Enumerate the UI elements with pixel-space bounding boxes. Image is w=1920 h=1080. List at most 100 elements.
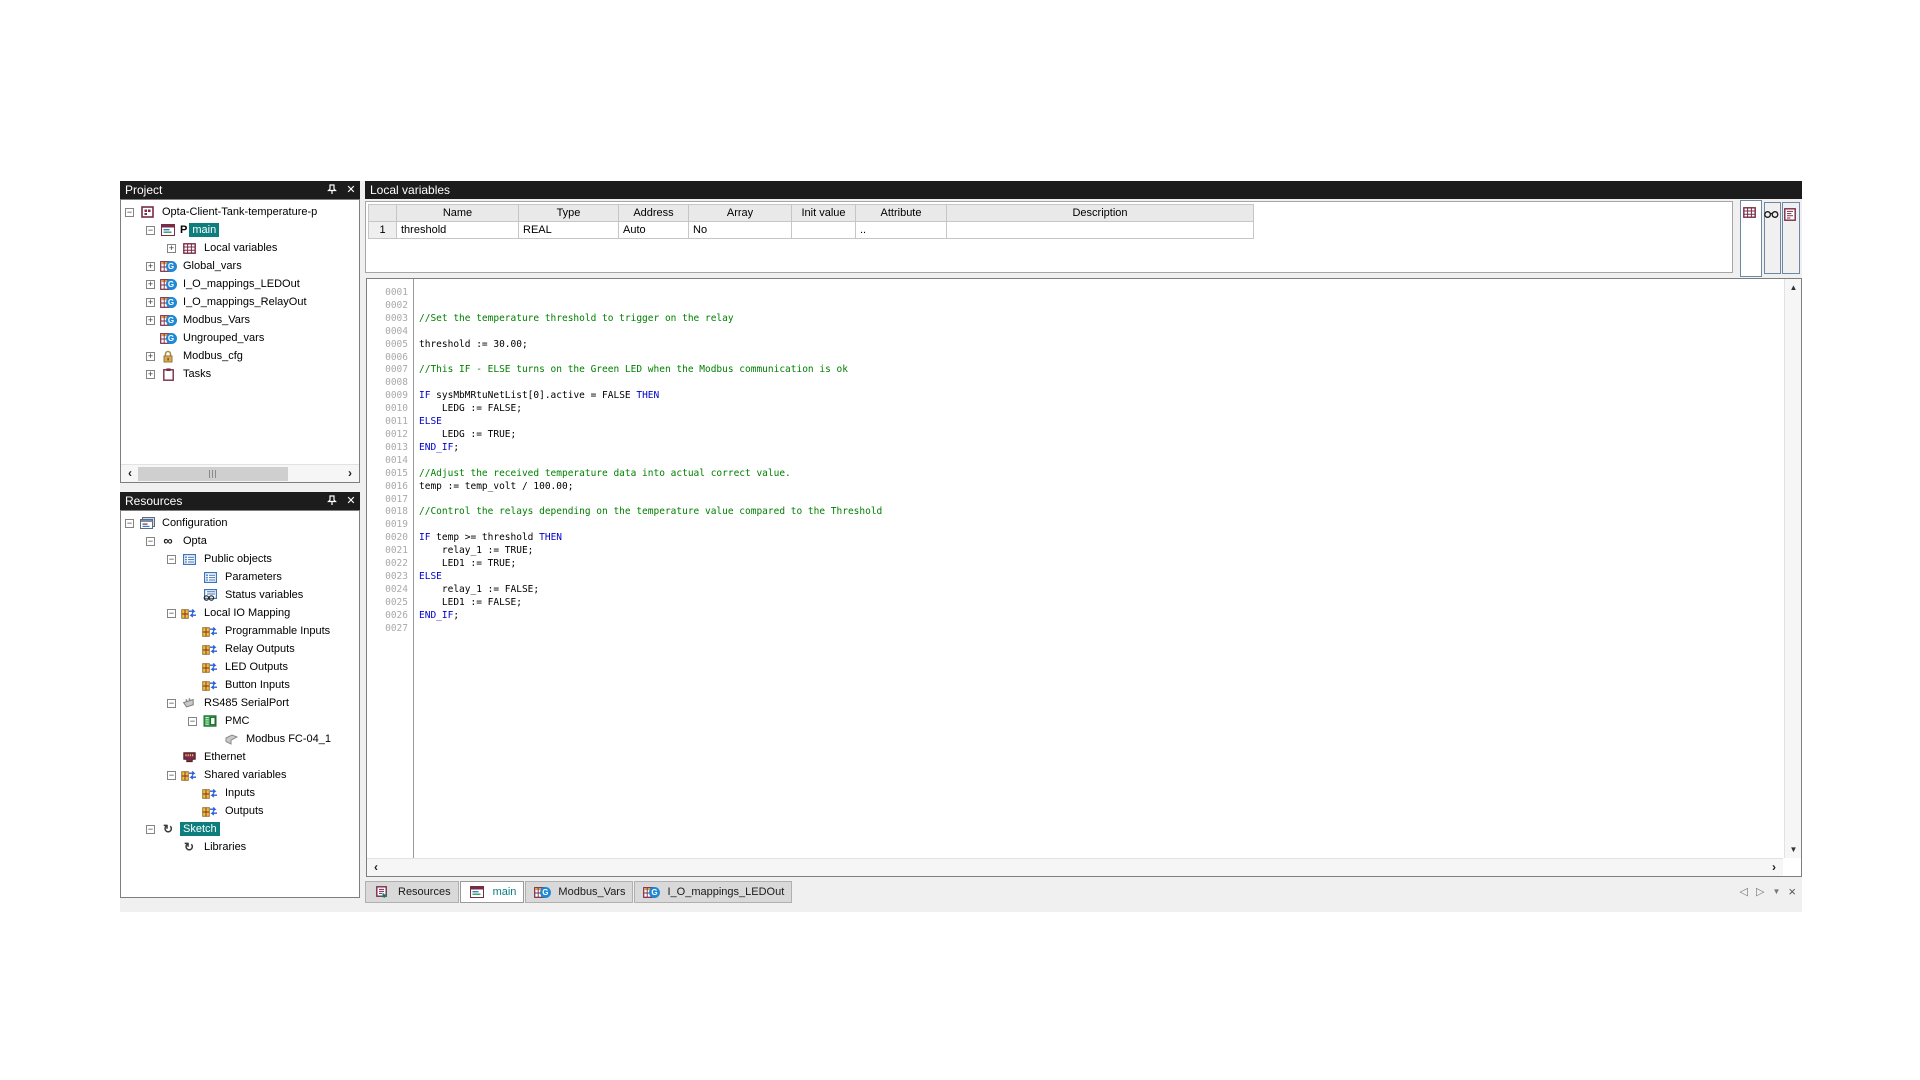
code-line[interactable]	[419, 519, 1783, 532]
code-line[interactable]	[419, 287, 1783, 300]
code-line[interactable]: //This IF - ELSE turns on the Green LED …	[419, 364, 1783, 377]
code-line[interactable]: LED1 := FALSE;	[419, 597, 1783, 610]
tree-item-button-inputs[interactable]: Button Inputs	[121, 676, 359, 694]
project-hscrollbar[interactable]: ‹ ›	[121, 464, 359, 482]
tree-item-label[interactable]: Relay Outputs	[222, 642, 298, 656]
tree-item-outputs[interactable]: Outputs	[121, 802, 359, 820]
tree-item-modbus-fc-04-1[interactable]: Modbus FC-04_1	[121, 730, 359, 748]
tab-resources[interactable]: Resources	[365, 881, 459, 903]
column-header-address[interactable]: Address	[619, 205, 689, 222]
collapse-toggle-icon[interactable]: −	[167, 555, 176, 564]
collapse-toggle-icon[interactable]: −	[125, 519, 134, 528]
tab-main[interactable]: main	[460, 881, 525, 903]
pin-icon[interactable]	[327, 184, 339, 196]
tree-item-label[interactable]: Libraries	[201, 840, 249, 854]
tab-modbus-vars[interactable]: GModbus_Vars	[525, 881, 633, 903]
tab-list-dropdown-icon[interactable]: ▼	[1772, 887, 1780, 896]
close-icon[interactable]: ✕	[345, 184, 357, 196]
tree-item-label[interactable]: PMC	[222, 714, 252, 728]
tree-item-label[interactable]: I_O_mappings_LEDOut	[180, 277, 303, 291]
code-line[interactable]: threshold := 30.00;	[419, 339, 1783, 352]
tree-item-configuration[interactable]: −Configuration	[121, 514, 359, 532]
column-header-array[interactable]: Array	[689, 205, 792, 222]
scroll-down-icon[interactable]: ▼	[1786, 842, 1801, 857]
expand-toggle-icon[interactable]: +	[146, 280, 155, 289]
editor-vscrollbar[interactable]: ▲ ▼	[1784, 279, 1801, 858]
variable-cell[interactable]: REAL	[519, 222, 619, 239]
tree-item-label[interactable]: Ethernet	[201, 750, 249, 764]
expand-toggle-icon[interactable]: +	[146, 352, 155, 361]
tool-tab-document-icon[interactable]	[1782, 202, 1800, 274]
tree-item-label[interactable]: Opta-Client-Tank-temperature-p	[159, 205, 320, 219]
tab-i-o-mappings-ledout[interactable]: GI_O_mappings_LEDOut	[634, 881, 792, 903]
variable-cell[interactable]: Auto	[619, 222, 689, 239]
expand-toggle-icon[interactable]: +	[167, 244, 176, 253]
tree-item-pmc[interactable]: − PMC	[121, 712, 359, 730]
variable-cell[interactable]	[792, 222, 856, 239]
expand-toggle-icon[interactable]: +	[146, 370, 155, 379]
column-header-type[interactable]: Type	[519, 205, 619, 222]
tree-item-label[interactable]: RS485 SerialPort	[201, 696, 292, 710]
tree-item-ungrouped-vars[interactable]: GUngrouped_vars	[121, 329, 359, 347]
collapse-toggle-icon[interactable]: −	[188, 717, 197, 726]
variable-cell[interactable]: ..	[856, 222, 947, 239]
code-line[interactable]: //Adjust the received temperature data i…	[419, 468, 1783, 481]
tree-item-label[interactable]: Inputs	[222, 786, 258, 800]
tree-item-label[interactable]: Modbus_Vars	[180, 313, 253, 327]
scroll-right-icon[interactable]: ›	[342, 466, 358, 482]
scroll-right-icon[interactable]: ›	[1766, 860, 1782, 876]
tree-item-led-outputs[interactable]: LED Outputs	[121, 658, 359, 676]
code-line[interactable]: END_IF;	[419, 610, 1783, 623]
tree-item-sketch[interactable]: −↻Sketch	[121, 820, 359, 838]
code-line[interactable]: IF sysMbMRtuNetList[0].active = FALSE TH…	[419, 390, 1783, 403]
tree-item-main[interactable]: −Pmain	[121, 221, 359, 239]
tree-item-rs485-serialport[interactable]: −RS485 SerialPort	[121, 694, 359, 712]
column-header-attribute[interactable]: Attribute	[856, 205, 947, 222]
variable-cell[interactable]	[947, 222, 1254, 239]
tree-item-label[interactable]: Modbus FC-04_1	[243, 732, 334, 746]
code-line[interactable]	[419, 352, 1783, 365]
tool-tab-grid-icon[interactable]	[1740, 200, 1762, 277]
code-line[interactable]: LEDG := FALSE;	[419, 403, 1783, 416]
code-line[interactable]: //Set the temperature threshold to trigg…	[419, 313, 1783, 326]
collapse-toggle-icon[interactable]: −	[146, 226, 155, 235]
tree-item-label[interactable]: Sketch	[180, 822, 220, 836]
close-icon[interactable]: ✕	[345, 495, 357, 507]
tree-item-label[interactable]: Shared variables	[201, 768, 290, 782]
tree-item-inputs[interactable]: Inputs	[121, 784, 359, 802]
column-header-description[interactable]: Description	[947, 205, 1254, 222]
code-line[interactable]	[419, 455, 1783, 468]
tree-item-label[interactable]: Opta	[180, 534, 210, 548]
expand-toggle-icon[interactable]: +	[146, 262, 155, 271]
scroll-left-icon[interactable]: ‹	[122, 466, 138, 482]
tree-item-label[interactable]: Public objects	[201, 552, 275, 566]
scroll-left-icon[interactable]: ‹	[368, 860, 384, 876]
tree-item-label[interactable]: Modbus_cfg	[180, 349, 246, 363]
tree-item-ethernet[interactable]: Ethernet	[121, 748, 359, 766]
tree-item-relay-outputs[interactable]: Relay Outputs	[121, 640, 359, 658]
column-header-name[interactable]: Name	[397, 205, 519, 222]
collapse-toggle-icon[interactable]: −	[146, 537, 155, 546]
code-line[interactable]	[419, 300, 1783, 313]
code-line[interactable]: ELSE	[419, 571, 1783, 584]
editor-hscrollbar[interactable]: ‹ ›	[367, 858, 1783, 876]
tree-item-local-io-mapping[interactable]: −Local IO Mapping	[121, 604, 359, 622]
tree-item-label[interactable]: LED Outputs	[222, 660, 291, 674]
code-line[interactable]: relay_1 := TRUE;	[419, 545, 1783, 558]
code-text-area[interactable]: //Set the temperature threshold to trigg…	[415, 279, 1783, 858]
tree-item-status-variables[interactable]: Status variables	[121, 586, 359, 604]
tree-item-tasks[interactable]: +Tasks	[121, 365, 359, 383]
column-header-init-value[interactable]: Init value	[792, 205, 856, 222]
code-line[interactable]	[419, 377, 1783, 390]
tree-item-public-objects[interactable]: − Public objects	[121, 550, 359, 568]
tree-item-parameters[interactable]: Parameters	[121, 568, 359, 586]
code-line[interactable]: ELSE	[419, 416, 1783, 429]
tree-item-local-variables[interactable]: +Local variables	[121, 239, 359, 257]
pin-icon[interactable]	[327, 495, 339, 507]
tree-item-opta-client-tank-temperature-p[interactable]: −Opta-Client-Tank-temperature-p	[121, 203, 359, 221]
project-hscrollbar-thumb[interactable]	[138, 467, 288, 481]
tree-item-label[interactable]: Status variables	[222, 588, 306, 602]
expand-toggle-icon[interactable]: +	[146, 316, 155, 325]
code-line[interactable]: relay_1 := FALSE;	[419, 584, 1783, 597]
tree-item-label[interactable]: Parameters	[222, 570, 285, 584]
